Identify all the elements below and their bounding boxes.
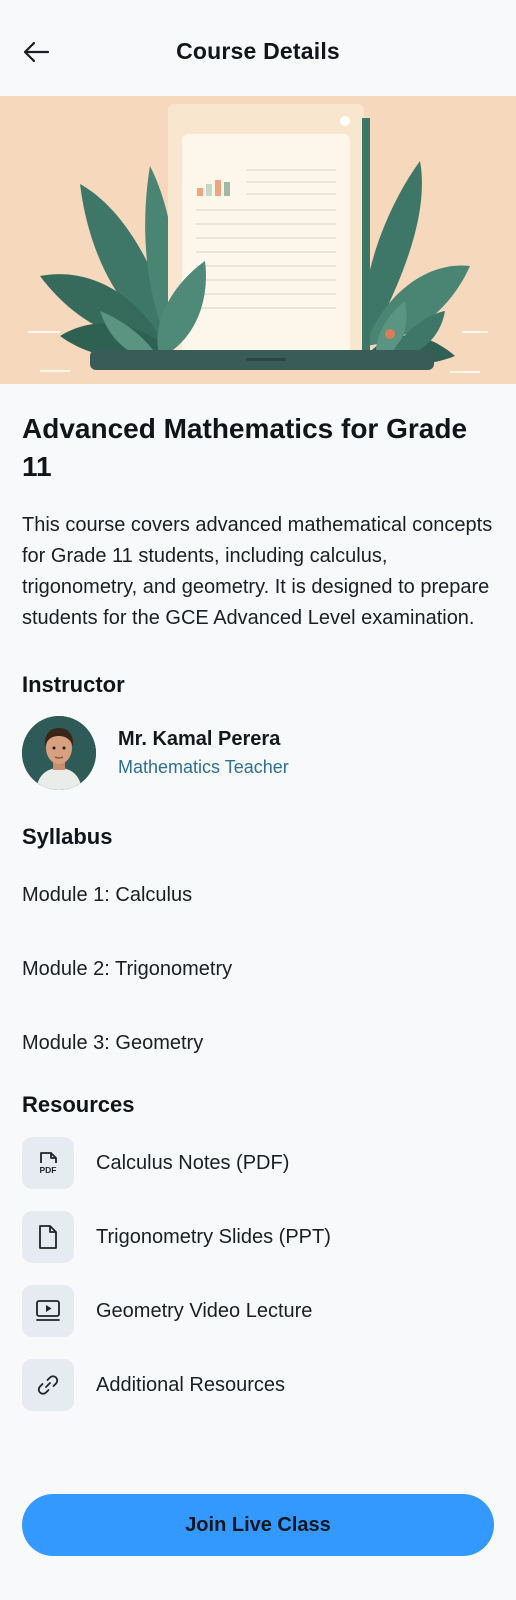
file-icon [22,1211,74,1263]
instructor-role: Mathematics Teacher [118,757,289,777]
instructor-info: Mr. Kamal Perera Mathematics Teacher [118,728,289,778]
course-details-screen: Course Details Advanced Mathematics for … [0,0,516,1600]
instructor-heading: Instructor [22,672,125,697]
syllabus-module-3[interactable]: Module 3: Geometry [22,1006,494,1080]
course-description: This course covers advanced mathematical… [22,514,493,629]
resource-calculus-notes[interactable]: PDF Calculus Notes (PDF) [22,1126,494,1200]
resource-label: Trigonometry Slides (PPT) [96,1225,331,1248]
resources-heading: Resources [22,1092,135,1117]
app-header: Course Details [0,0,516,96]
resource-trigonometry-slides[interactable]: Trigonometry Slides (PPT) [22,1200,494,1274]
syllabus-list: Module 1: Calculus Module 2: Trigonometr… [22,858,494,1080]
video-icon [22,1285,74,1337]
resources-list: PDF Calculus Notes (PDF) Trigonometry Sl… [22,1126,494,1422]
resource-label: Additional Resources [96,1373,285,1396]
course-hero-illustration [0,96,516,384]
resource-label: Geometry Video Lecture [96,1299,313,1322]
pdf-file-icon: PDF [22,1137,74,1189]
page-title: Course Details [176,38,340,64]
avatar [22,716,96,790]
resource-geometry-video[interactable]: Geometry Video Lecture [22,1274,494,1348]
svg-text:PDF: PDF [40,1165,57,1175]
resource-additional[interactable]: Additional Resources [22,1348,494,1422]
resource-label: Calculus Notes (PDF) [96,1151,290,1174]
instructor-name: Mr. Kamal Perera [118,728,281,750]
link-icon [22,1359,74,1411]
syllabus-module-1[interactable]: Module 1: Calculus [22,858,494,932]
join-live-class-button[interactable]: Join Live Class [22,1494,494,1556]
course-content: Advanced Mathematics for Grade 11 This c… [0,410,516,1422]
instructor-card[interactable]: Mr. Kamal Perera Mathematics Teacher [22,716,494,790]
syllabus-module-2[interactable]: Module 2: Trigonometry [22,932,494,1006]
syllabus-heading: Syllabus [22,824,113,849]
course-title: Advanced Mathematics for Grade 11 [22,413,468,482]
